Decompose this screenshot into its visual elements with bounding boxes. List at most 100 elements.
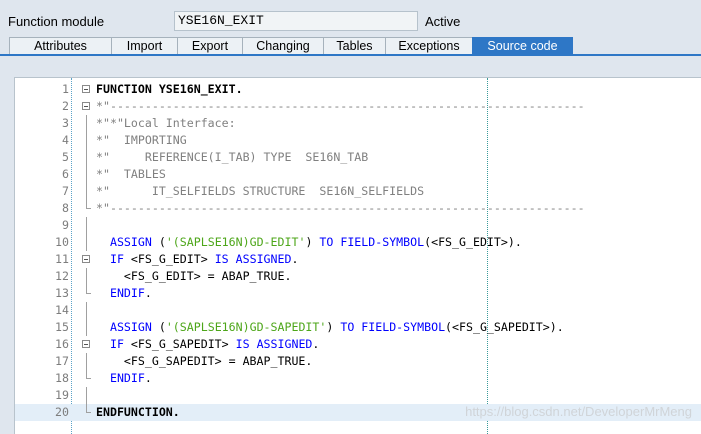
fold-guide <box>86 149 87 166</box>
tab-strip: Attributes Import Export Changing Tables… <box>9 37 573 55</box>
tab-exceptions[interactable]: Exceptions <box>385 37 473 55</box>
status-text: Active <box>425 14 461 29</box>
code-text: *"--------------------------------------… <box>96 98 585 115</box>
line-number: 4 <box>62 133 69 147</box>
code-token: <FS_G_EDIT> = ABAP_TRUE. <box>96 269 292 283</box>
fold-guide <box>86 217 87 234</box>
code-token: . <box>312 337 320 351</box>
code-text: <FS_G_EDIT> = ABAP_TRUE. <box>96 268 292 285</box>
code-token: *"--------------------------------------… <box>96 201 585 215</box>
fold-guide <box>86 183 87 200</box>
fold-toggle-icon[interactable] <box>82 340 90 348</box>
code-line[interactable]: 5 *" REFERENCE(I_TAB) TYPE SE16N_TAB <box>15 149 701 166</box>
code-token: <FS_G_EDIT> <box>123 252 215 266</box>
code-line[interactable]: 14 <box>15 302 701 319</box>
code-line[interactable]: 8 *"-------------------------------------… <box>15 200 701 217</box>
code-line[interactable]: 18 ENDIF. <box>15 370 701 387</box>
code-token: TO FIELD-SYMBOL <box>340 320 446 334</box>
code-line[interactable]: 9 <box>15 217 701 234</box>
fold-toggle-icon[interactable] <box>82 102 90 110</box>
code-token: . <box>144 371 152 385</box>
line-number: 7 <box>62 184 69 198</box>
code-token: ASSIGN <box>109 320 152 334</box>
line-number: 16 <box>55 337 69 351</box>
fold-end-marker <box>86 412 91 413</box>
code-text: ENDIF. <box>96 370 152 387</box>
function-module-field[interactable]: YSE16N_EXIT <box>174 11 418 31</box>
fold-guide <box>86 132 87 149</box>
code-token: . <box>144 286 152 300</box>
code-line[interactable]: 16 IF <FS_G_SAPEDIT> IS ASSIGNED. <box>15 336 701 353</box>
function-module-label: Function module <box>8 14 105 29</box>
code-token: *" IMPORTING <box>96 133 187 147</box>
code-line[interactable]: 11 IF <FS_G_EDIT> IS ASSIGNED. <box>15 251 701 268</box>
code-line[interactable]: 17 <FS_G_SAPEDIT> = ABAP_TRUE. <box>15 353 701 370</box>
code-token: IF <box>109 252 124 266</box>
code-line[interactable]: 13 ENDIF. <box>15 285 701 302</box>
code-token: ASSIGN <box>109 235 152 249</box>
line-number: 6 <box>62 167 69 181</box>
code-line[interactable]: 7 *" IT_SELFIELDS STRUCTURE SE16N_SELFIEL… <box>15 183 701 200</box>
code-token: '(SAPLSE16N)GD-EDIT' <box>165 235 306 249</box>
line-number: 13 <box>55 286 69 300</box>
fold-toggle-icon[interactable] <box>82 255 90 263</box>
code-text: *"--------------------------------------… <box>96 200 585 217</box>
line-number: 9 <box>62 218 69 232</box>
code-text: *" REFERENCE(I_TAB) TYPE SE16N_TAB <box>96 149 368 166</box>
code-text: *" IT_SELFIELDS STRUCTURE SE16N_SELFIELD… <box>96 183 424 200</box>
code-token: *" REFERENCE(I_TAB) TYPE SE16N_TAB <box>96 150 369 164</box>
fold-guide <box>86 353 87 370</box>
fold-end-marker <box>86 293 91 294</box>
fold-guide <box>86 302 87 319</box>
code-token: (<FS_G_EDIT>). <box>424 235 522 249</box>
fold-guide <box>86 268 87 285</box>
line-number: 2 <box>62 99 69 113</box>
code-line[interactable]: 1 FUNCTION YSE16N_EXIT. <box>15 81 701 98</box>
code-token: ) <box>305 235 320 249</box>
fold-guide <box>86 319 87 336</box>
code-line[interactable]: 4 *" IMPORTING <box>15 132 701 149</box>
tab-tables[interactable]: Tables <box>323 37 386 55</box>
code-text: ASSIGN ('(SAPLSE16N)GD-SAPEDIT') TO FIEL… <box>96 319 564 336</box>
code-line[interactable]: 2 *"-------------------------------------… <box>15 98 701 115</box>
code-token: FUNCTION YSE16N_EXIT. <box>96 82 243 96</box>
code-token: ENDIF <box>109 371 145 385</box>
fold-end-marker <box>86 378 91 379</box>
code-token: *"--------------------------------------… <box>96 99 585 113</box>
code-line[interactable]: 12 <FS_G_EDIT> = ABAP_TRUE. <box>15 268 701 285</box>
tab-export[interactable]: Export <box>177 37 243 55</box>
code-line[interactable]: 15 ASSIGN ('(SAPLSE16N)GD-SAPEDIT') TO F… <box>15 319 701 336</box>
code-token: IS ASSIGNED <box>214 252 292 266</box>
tab-source-code[interactable]: Source code <box>472 37 573 55</box>
line-number: 14 <box>55 303 69 317</box>
code-text: ENDIF. <box>96 285 152 302</box>
line-number: 17 <box>55 354 69 368</box>
code-line[interactable]: 10 ASSIGN ('(SAPLSE16N)GD-EDIT') TO FIEL… <box>15 234 701 251</box>
line-number: 19 <box>55 388 69 402</box>
tab-attributes[interactable]: Attributes <box>9 37 112 55</box>
code-text: ENDFUNCTION. <box>96 404 180 421</box>
line-number: 12 <box>55 269 69 283</box>
code-line[interactable]: 19 <box>15 387 701 404</box>
code-token: <FS_G_SAPEDIT> <box>123 337 236 351</box>
code-token: *"*"Local Interface: <box>96 116 236 130</box>
tab-import[interactable]: Import <box>111 37 178 55</box>
function-module-header: Function module YSE16N_EXIT Active <box>0 0 701 37</box>
code-text: *" IMPORTING <box>96 132 187 149</box>
code-line[interactable]: 6 *" TABLES <box>15 166 701 183</box>
code-editor[interactable]: 1 FUNCTION YSE16N_EXIT. 2 *"---------------… <box>14 77 701 434</box>
code-text: <FS_G_SAPEDIT> = ABAP_TRUE. <box>96 353 312 370</box>
code-line[interactable]: 3 *"*"Local Interface: <box>15 115 701 132</box>
code-token: ( <box>151 235 166 249</box>
code-text: ASSIGN ('(SAPLSE16N)GD-EDIT') TO FIELD-S… <box>96 234 522 251</box>
tab-changing[interactable]: Changing <box>242 37 324 55</box>
code-token: *" TABLES <box>96 167 166 181</box>
fold-toggle-icon[interactable] <box>82 85 90 93</box>
line-number: 15 <box>55 320 69 334</box>
code-text: IF <FS_G_SAPEDIT> IS ASSIGNED. <box>96 336 319 353</box>
watermark: https://blog.csdn.net/DeveloperMrMeng <box>465 404 692 419</box>
